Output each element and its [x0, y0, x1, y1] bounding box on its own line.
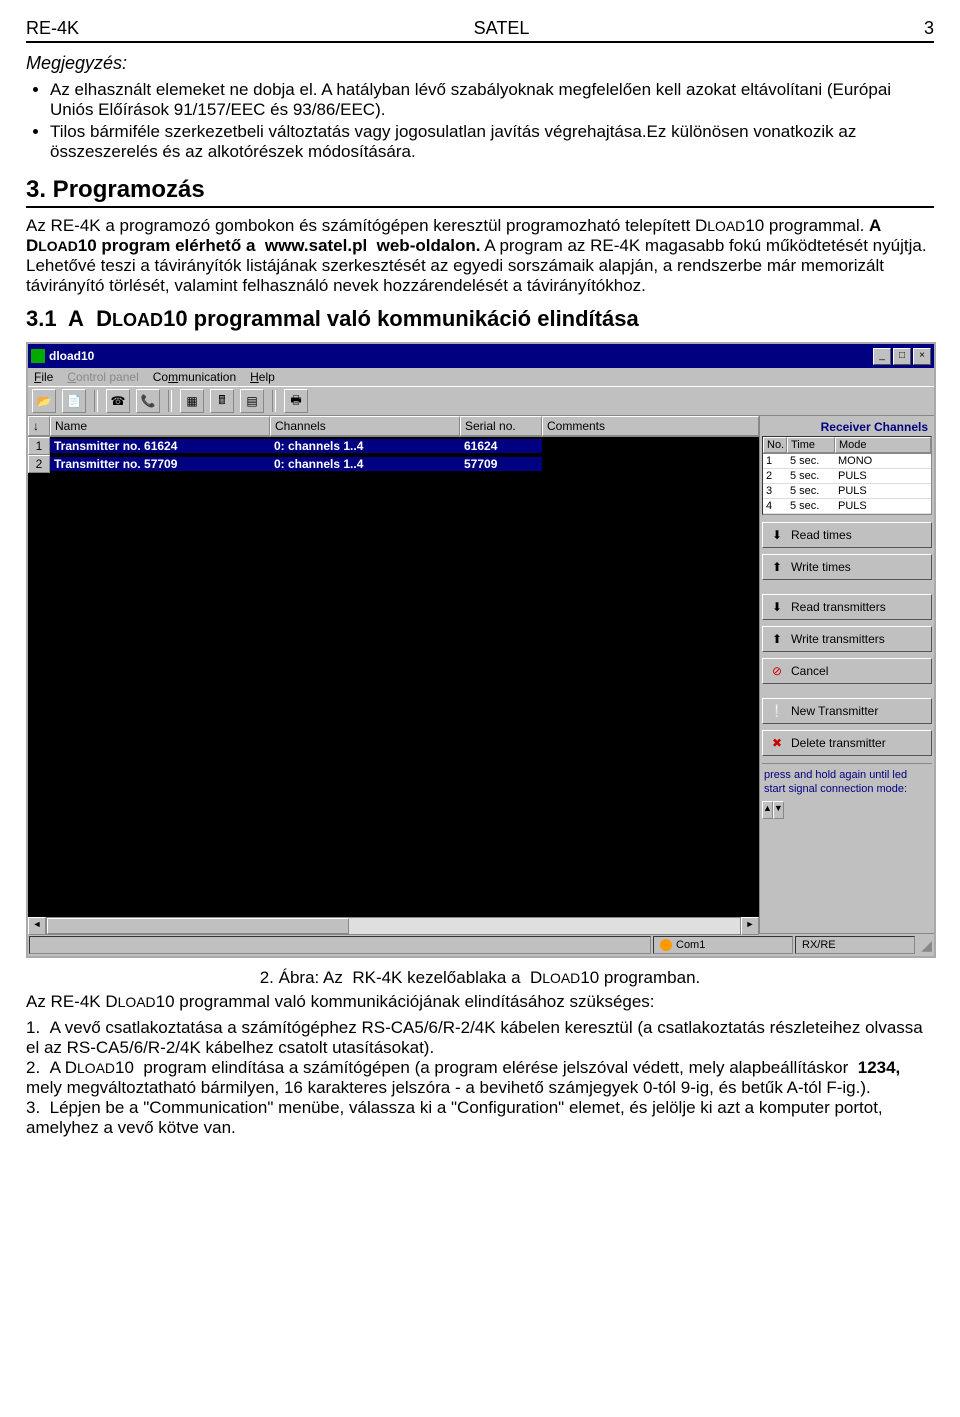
receiver-row[interactable]: 4 5 sec. PULS: [763, 499, 931, 514]
receiver-title: Receiver Channels: [762, 418, 932, 436]
horizontal-scrollbar[interactable]: ◄ ►: [28, 917, 759, 933]
upload-icon: ⬆: [769, 559, 785, 575]
header-right: 3: [924, 18, 934, 39]
col-channels[interactable]: Channels: [270, 416, 460, 436]
read-times-button[interactable]: ⬇Read times: [762, 522, 932, 548]
row-number: 1: [28, 437, 50, 455]
row-channels: 0: channels 1..4: [270, 457, 460, 471]
delete-icon: ✖: [769, 735, 785, 751]
app-icon: [31, 349, 45, 363]
col-name[interactable]: Name: [50, 416, 270, 436]
read-transmitters-button[interactable]: ⬇Read transmitters: [762, 594, 932, 620]
status-rx: RX/RE: [795, 936, 915, 954]
grid-body[interactable]: 1 Transmitter no. 61624 0: channels 1..4…: [28, 437, 759, 917]
table-row[interactable]: 1 Transmitter no. 61624 0: channels 1..4…: [28, 437, 759, 455]
doc-header: RE-4K SATEL 3: [26, 18, 934, 43]
toolbar: 📂 📄 ☎ 📞 ▦ 🖩 ▤ 🖶: [28, 386, 934, 416]
toolbar-chip-icon[interactable]: ▦: [180, 389, 204, 413]
subsection-title: 3.1 A DLOAD10 programmal való kommunikác…: [26, 306, 934, 332]
status-dot-icon: [660, 939, 672, 951]
connection-hint: press and hold again until led start sig…: [762, 763, 932, 801]
rcol-no: No.: [763, 437, 787, 453]
status-com: Com1: [653, 936, 793, 954]
titlebar[interactable]: dload10 _ □ ×: [28, 344, 934, 368]
menu-file[interactable]: File: [34, 370, 53, 384]
row-name: Transmitter no. 61624: [50, 439, 270, 453]
row-serial: 61624: [460, 439, 542, 453]
new-transmitter-button[interactable]: ❕New Transmitter: [762, 698, 932, 724]
delete-transmitter-button[interactable]: ✖Delete transmitter: [762, 730, 932, 756]
grid-headers: ↓ Name Channels Serial no. Comments: [28, 416, 759, 437]
header-center: SATEL: [474, 18, 530, 39]
row-channels: 0: channels 1..4: [270, 439, 460, 453]
toolbar-phone-icon[interactable]: ☎: [106, 389, 130, 413]
maximize-button[interactable]: □: [893, 348, 911, 365]
menubar: File Control panel Communication Help: [28, 368, 934, 386]
menu-communication[interactable]: Communication: [153, 370, 236, 384]
col-comments[interactable]: Comments: [542, 416, 759, 436]
scroll-right-icon[interactable]: ►: [741, 917, 759, 935]
menu-control-panel[interactable]: Control panel: [67, 370, 138, 384]
note-bullets: Az elhasznált elemeket ne dobja el. A ha…: [26, 80, 934, 162]
note-bullet: Tilos bármiféle szerkezetbeli változtatá…: [50, 122, 934, 162]
toolbar-copy-icon[interactable]: 📄: [62, 389, 86, 413]
toolbar-hangup-icon[interactable]: 📞: [136, 389, 160, 413]
write-times-button[interactable]: ⬆Write times: [762, 554, 932, 580]
toolbar-calc-icon[interactable]: 🖩: [210, 389, 234, 413]
toolbar-print-icon[interactable]: 🖶: [284, 389, 308, 413]
receiver-row[interactable]: 2 5 sec. PULS: [763, 469, 931, 484]
minimize-button[interactable]: _: [873, 348, 891, 365]
resize-grip-icon[interactable]: ◢: [916, 937, 934, 954]
table-row[interactable]: 2 Transmitter no. 57709 0: channels 1..4…: [28, 455, 759, 473]
row-number: 2: [28, 455, 50, 473]
close-button[interactable]: ×: [913, 348, 931, 365]
figure-caption: 2. Ábra: Az RK-4K kezelőablaka a DLOAD10…: [26, 968, 934, 988]
write-transmitters-button[interactable]: ⬆Write transmitters: [762, 626, 932, 652]
rcol-time: Time: [787, 437, 835, 453]
download-icon: ⬇: [769, 527, 785, 543]
row-name: Transmitter no. 57709: [50, 457, 270, 471]
upload-icon: ⬆: [769, 631, 785, 647]
note-title: Megjegyzés:: [26, 53, 934, 74]
note-bullet: Az elhasznált elemeket ne dobja el. A ha…: [50, 80, 934, 120]
download-icon: ⬇: [769, 599, 785, 615]
menu-help[interactable]: Help: [250, 370, 275, 384]
statusbar: Com1 RX/RE ◢: [28, 933, 934, 956]
receiver-panel: Receiver Channels No. Time Mode 1 5 sec.…: [759, 416, 934, 933]
header-left: RE-4K: [26, 18, 79, 39]
toolbar-open-icon[interactable]: 📂: [32, 389, 56, 413]
app-window: dload10 _ □ × File Control panel Communi…: [26, 342, 936, 958]
scroll-up-icon[interactable]: ▲: [762, 801, 773, 819]
row-serial: 57709: [460, 457, 542, 471]
exclaim-icon: ❕: [769, 703, 785, 719]
after-line: Az RE-4K DLOAD10 programmal való kommuni…: [26, 992, 934, 1012]
receiver-row[interactable]: 3 5 sec. PULS: [763, 484, 931, 499]
col-serial[interactable]: Serial no.: [460, 416, 542, 436]
receiver-table: No. Time Mode 1 5 sec. MONO 2 5 sec. PUL…: [762, 436, 932, 515]
scroll-down-icon[interactable]: ▼: [773, 801, 784, 819]
receiver-row[interactable]: 1 5 sec. MONO: [763, 454, 931, 469]
section-para: Az RE-4K a programozó gombokon és számít…: [26, 216, 934, 296]
toolbar-list-icon[interactable]: ▤: [240, 389, 264, 413]
rcol-mode: Mode: [835, 437, 931, 453]
window-title: dload10: [49, 349, 94, 363]
section-title: 3. Programozás: [26, 176, 934, 208]
steps-list: 1. A vevő csatlakoztatása a számítógéphe…: [26, 1018, 934, 1138]
col-sort-icon[interactable]: ↓: [28, 416, 50, 436]
cancel-icon: ⊘: [769, 663, 785, 679]
transmitter-grid: ↓ Name Channels Serial no. Comments 1 Tr…: [28, 416, 759, 933]
scroll-left-icon[interactable]: ◄: [28, 917, 46, 935]
cancel-button[interactable]: ⊘Cancel: [762, 658, 932, 684]
